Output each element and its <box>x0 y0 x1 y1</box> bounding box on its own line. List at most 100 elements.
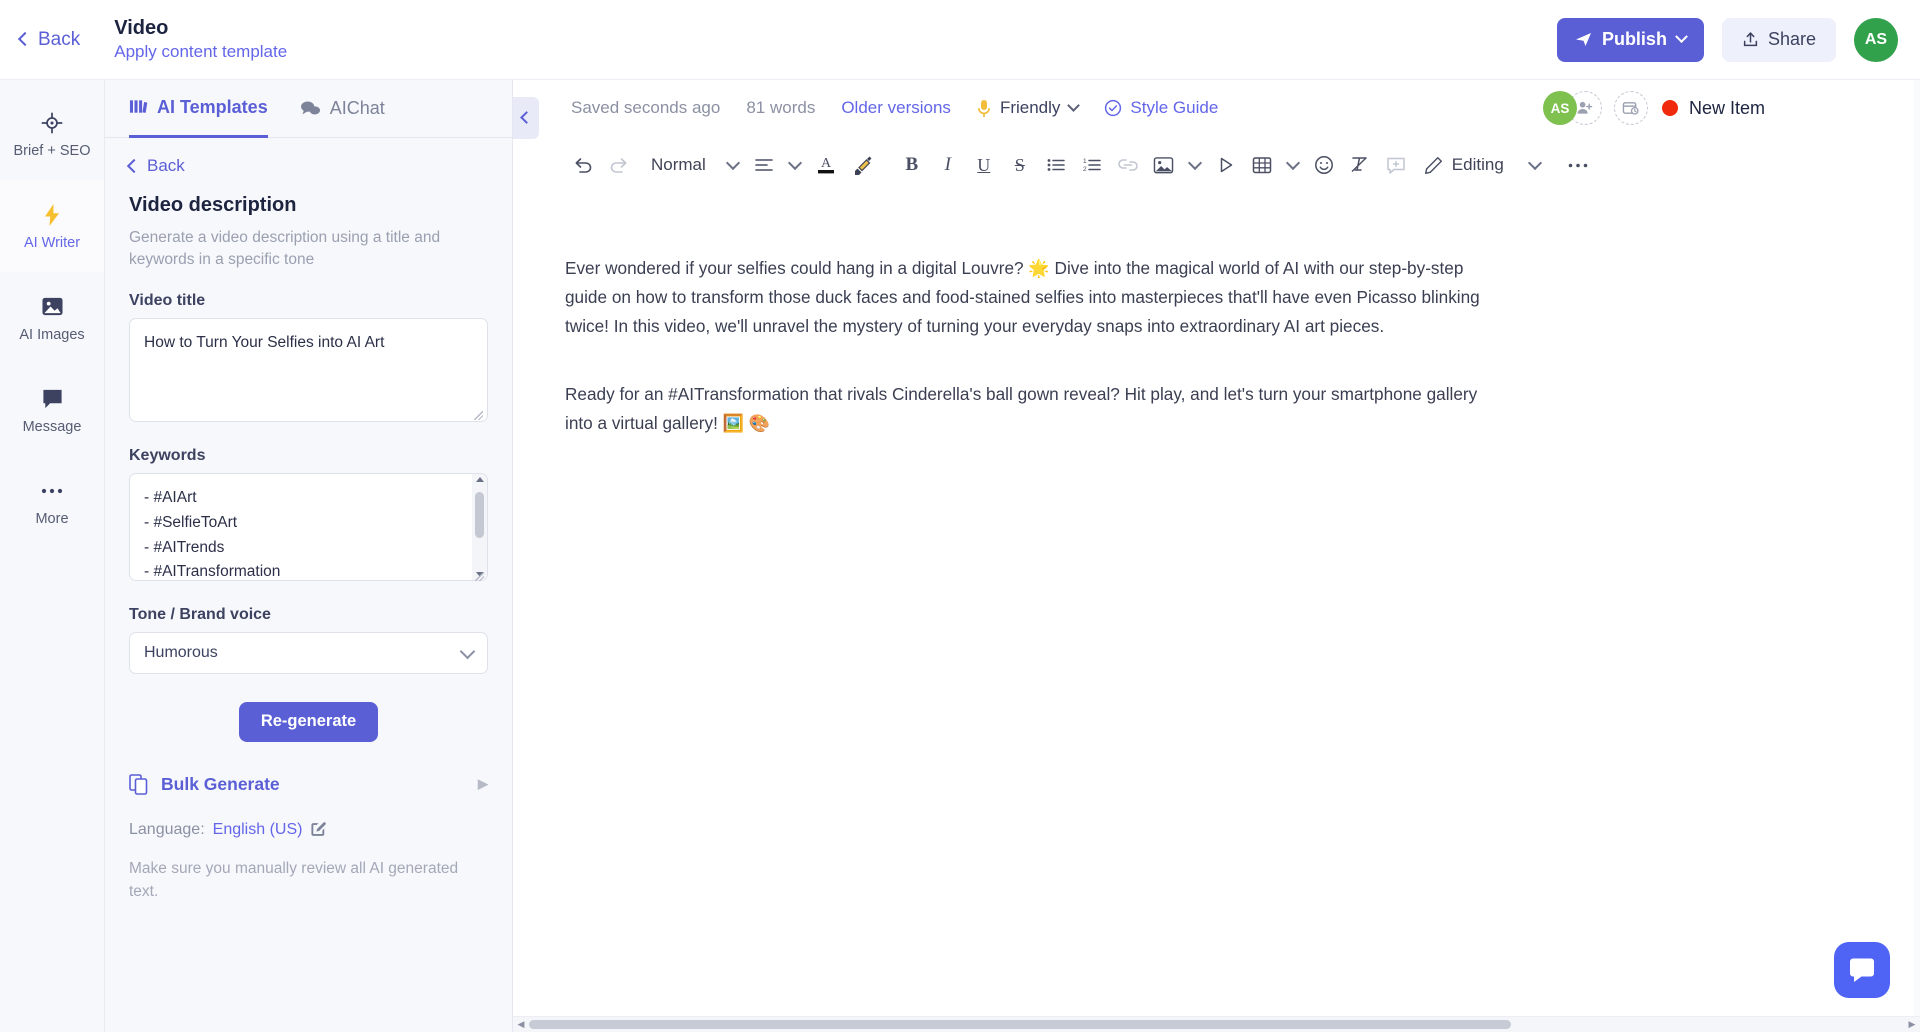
chevron-down-icon <box>1675 30 1688 44</box>
older-versions-link[interactable]: Older versions <box>841 98 951 118</box>
insert-table-button[interactable] <box>1244 147 1280 183</box>
bold-button[interactable]: B <box>894 147 930 183</box>
scrollbar-track[interactable] <box>529 1020 1904 1029</box>
language-value[interactable]: English (US) <box>213 821 303 839</box>
chevron-left-icon <box>519 111 533 124</box>
scrollbar-thumb[interactable] <box>529 1020 1511 1029</box>
clear-format-button[interactable] <box>1342 147 1378 183</box>
collapse-panel-button[interactable] <box>513 97 539 139</box>
tab-ai-templates[interactable]: AI Templates <box>129 80 268 138</box>
rail-item-message[interactable]: Message <box>0 364 104 456</box>
comment-button[interactable] <box>1378 147 1414 183</box>
paragraph-style-select[interactable]: Normal <box>637 155 720 175</box>
chat-bubble-icon <box>1850 958 1874 982</box>
align-chevron[interactable] <box>782 147 808 183</box>
support-chat-button[interactable] <box>1834 942 1890 998</box>
horizontal-scrollbar[interactable]: ◀ ▶ <box>513 1016 1920 1032</box>
schedule-button[interactable] <box>1613 91 1648 125</box>
send-icon <box>1575 33 1591 46</box>
panel-back-button[interactable]: Back <box>126 156 488 176</box>
scroll-left-arrow-icon[interactable]: ◀ <box>513 1019 529 1030</box>
insert-image-button[interactable] <box>1146 147 1182 183</box>
numbered-list-button[interactable]: 12 <box>1074 147 1110 183</box>
language-prefix: Language: <box>129 820 205 838</box>
ellipsis-icon <box>41 478 63 504</box>
tab-label: AIChat <box>329 98 385 118</box>
formatting-toolbar: Normal A B I U S 12 Editing <box>513 136 1920 194</box>
link-button[interactable] <box>1110 147 1146 183</box>
share-upload-icon <box>1743 32 1758 47</box>
insert-video-button[interactable] <box>1208 147 1244 183</box>
status-badge-label: New Item <box>1688 97 1765 118</box>
undo-button[interactable] <box>565 147 601 183</box>
bullet-list-button[interactable] <box>1038 147 1074 183</box>
document-canvas[interactable]: Ever wondered if your selfies could hang… <box>513 194 1920 438</box>
chevron-left-icon <box>17 31 33 47</box>
ai-writer-panel: AI Templates AIChat Back Video descripti… <box>105 80 513 1032</box>
editing-mode-button[interactable]: Editing <box>1414 155 1504 175</box>
chevron-left-icon <box>126 158 142 173</box>
tone-select[interactable]: Humorous <box>129 631 488 674</box>
keywords-scrollbar[interactable] <box>472 473 487 580</box>
emoji-button[interactable] <box>1306 147 1342 183</box>
apply-content-template-link[interactable]: Apply content template <box>114 41 287 64</box>
panel-back-label: Back <box>147 156 185 175</box>
tone-value: Friendly <box>999 98 1061 117</box>
rail-item-more[interactable]: More <box>0 456 104 548</box>
video-title-label: Video title <box>129 291 206 309</box>
rail-item-ai-writer[interactable]: AI Writer <box>0 180 104 272</box>
user-avatar[interactable]: AS <box>1854 17 1898 62</box>
align-button[interactable] <box>746 147 782 183</box>
scrollbar-thumb[interactable] <box>475 491 484 538</box>
strikethrough-button[interactable]: S <box>1002 147 1038 183</box>
vertical-scrollbar[interactable] <box>1914 80 1920 1032</box>
tab-aichat[interactable]: AIChat <box>300 80 385 138</box>
resize-grip[interactable] <box>475 571 484 581</box>
svg-text:2: 2 <box>1083 166 1087 173</box>
paragraph-style-chevron[interactable] <box>720 147 746 183</box>
table-chevron[interactable] <box>1280 147 1306 183</box>
editing-mode-chevron[interactable] <box>1522 147 1548 183</box>
publish-button[interactable]: Publish <box>1556 17 1704 62</box>
share-button[interactable]: Share <box>1721 17 1836 62</box>
template-description: Generate a video description using a tit… <box>129 229 441 269</box>
status-badge[interactable]: New Item <box>1661 97 1765 119</box>
collaborators-area: AS New Item <box>1542 91 1765 125</box>
target-icon <box>41 110 63 136</box>
text-color-button[interactable]: A <box>808 147 844 183</box>
style-guide-button[interactable]: Style Guide <box>1104 98 1218 118</box>
redo-button[interactable] <box>601 147 637 183</box>
edit-pencil-icon[interactable] <box>310 821 327 838</box>
tone-selector[interactable]: Friendly <box>977 98 1081 118</box>
document-title-block: Video Apply content template <box>114 16 287 64</box>
chat-bubble-icon <box>41 386 64 412</box>
regenerate-button[interactable]: Re-generate <box>238 701 379 742</box>
resize-grip[interactable] <box>474 410 483 420</box>
rail-item-label: Brief + SEO <box>13 142 91 159</box>
keywords-input[interactable] <box>129 472 488 581</box>
image-icon <box>41 294 64 320</box>
underline-button[interactable]: U <box>966 147 1002 183</box>
scroll-right-arrow-icon[interactable]: ▶ <box>1904 1019 1920 1030</box>
scroll-up-arrow-icon[interactable] <box>475 476 484 482</box>
collaborator-avatar[interactable]: AS <box>1542 91 1577 125</box>
svg-text:A: A <box>821 156 832 171</box>
back-button[interactable]: Back <box>17 28 81 51</box>
ai-disclaimer: Make sure you manually review all AI gen… <box>129 859 459 901</box>
video-title-input[interactable] <box>129 317 488 422</box>
rail-item-brief-seo[interactable]: Brief + SEO <box>0 88 104 180</box>
document-paragraph[interactable]: Ready for an #AITransformation that riva… <box>565 380 1505 438</box>
tone-label: Tone / Brand voice <box>129 605 271 623</box>
italic-button[interactable]: I <box>930 147 966 183</box>
document-paragraph[interactable]: Ever wondered if your selfies could hang… <box>565 254 1505 342</box>
tab-label: AI Templates <box>157 96 268 117</box>
more-options-button[interactable] <box>1560 147 1596 183</box>
top-bar-actions: Publish Share AS <box>1556 17 1898 62</box>
page-title: Video <box>114 16 169 39</box>
image-chevron[interactable] <box>1182 147 1208 183</box>
rail-item-ai-images[interactable]: AI Images <box>0 272 104 364</box>
highlight-button[interactable] <box>844 147 880 183</box>
template-title: Video description <box>129 194 297 216</box>
back-button-label: Back <box>38 28 81 50</box>
bulk-generate-button[interactable]: Bulk Generate ▶ <box>129 774 488 795</box>
